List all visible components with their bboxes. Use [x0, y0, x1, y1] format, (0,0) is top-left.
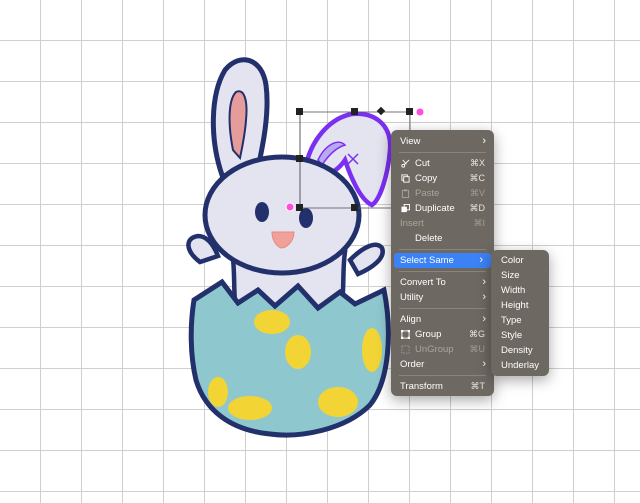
submenu-item-width[interactable]: Width — [491, 283, 549, 298]
resize-handle[interactable] — [406, 108, 413, 115]
submenu-arrow-icon: › — [482, 135, 486, 147]
menu-item-duplicate[interactable]: Duplicate ⌘D — [391, 201, 494, 216]
menu-item-view[interactable]: View › — [391, 134, 494, 149]
menu-item-label: UnGroup — [415, 344, 454, 355]
resize-handle[interactable] — [351, 108, 358, 115]
ungroup-icon — [401, 345, 410, 354]
submenu-item-style[interactable]: Style — [491, 328, 549, 343]
copy-icon — [401, 174, 410, 183]
submenu-item-type[interactable]: Type — [491, 313, 549, 328]
menu-item-copy[interactable]: Copy ⌘C — [391, 171, 494, 186]
menu-item-utility[interactable]: Utility › — [391, 290, 494, 305]
select-same-submenu: Color Size Width Height Type Style Densi… — [491, 250, 549, 376]
submenu-item-underlay[interactable]: Underlay — [491, 358, 549, 373]
menu-item-label: Align — [400, 314, 422, 325]
submenu-item-color[interactable]: Color — [491, 253, 549, 268]
menu-item-ungroup[interactable]: UnGroup ⌘U — [391, 342, 494, 357]
menu-item-label: Insert — [400, 218, 424, 229]
egg-dot — [254, 310, 290, 334]
menu-item-label: View — [400, 136, 421, 147]
menu-item-label: Group — [415, 329, 442, 340]
menu-item-label: Convert To — [400, 277, 446, 288]
shortcut-label: ⌘G — [468, 329, 485, 339]
paste-icon — [401, 189, 410, 198]
context-menu: View › Cut ⌘X Copy ⌘C Paste ⌘V Duplicate… — [391, 130, 494, 396]
resize-handle[interactable] — [296, 204, 303, 211]
bunny-right-arm — [347, 242, 385, 277]
submenu-item-density[interactable]: Density — [491, 343, 549, 358]
menu-item-label: Copy — [415, 173, 438, 184]
egg-dot — [285, 335, 311, 369]
menu-item-label: Utility — [400, 292, 424, 303]
egg-shell[interactable] — [188, 278, 391, 438]
shortcut-label: ⌘X — [469, 158, 485, 168]
menu-item-label: Select Same — [400, 255, 454, 266]
resize-handle[interactable] — [296, 108, 303, 115]
end-point-handle[interactable] — [285, 202, 295, 212]
egg-dot — [228, 396, 272, 420]
shortcut-label: ⌘V — [469, 188, 485, 198]
submenu-item-size[interactable]: Size — [491, 268, 549, 283]
menu-item-label: Delete — [415, 233, 443, 244]
menu-item-transform[interactable]: Transform ⌘T — [391, 379, 494, 394]
menu-item-label: Transform — [400, 381, 443, 392]
menu-item-order[interactable]: Order › — [391, 357, 494, 372]
resize-handle[interactable] — [351, 204, 358, 211]
menu-item-convert-to[interactable]: Convert To › — [391, 275, 494, 290]
menu-separator — [399, 308, 486, 309]
submenu-arrow-icon: › — [482, 313, 486, 325]
menu-item-cut[interactable]: Cut ⌘X — [391, 156, 494, 171]
menu-item-delete[interactable]: Delete — [391, 231, 494, 246]
bunny-left-eye — [255, 202, 269, 222]
submenu-arrow-icon: › — [479, 254, 483, 266]
menu-item-label: Cut — [415, 158, 430, 169]
menu-item-insert[interactable]: Insert ⌘I — [391, 216, 494, 231]
menu-separator — [399, 249, 486, 250]
egg-dot — [208, 377, 228, 407]
rotate-handle[interactable] — [376, 106, 386, 116]
shortcut-label: ⌘I — [473, 218, 485, 228]
submenu-arrow-icon: › — [482, 276, 486, 288]
menu-separator — [399, 271, 486, 272]
egg-dot — [318, 387, 358, 417]
bunny-head[interactable] — [202, 154, 362, 276]
menu-item-paste[interactable]: Paste ⌘V — [391, 186, 494, 201]
menu-separator — [399, 152, 486, 153]
scissors-icon — [401, 159, 410, 168]
menu-item-select-same[interactable]: Select Same › — [394, 253, 491, 268]
submenu-arrow-icon: › — [482, 358, 486, 370]
resize-handle[interactable] — [296, 155, 303, 162]
menu-item-group[interactable]: Group ⌘G — [391, 327, 494, 342]
shortcut-label: ⌘D — [469, 203, 486, 213]
shortcut-label: ⌘T — [470, 381, 486, 391]
submenu-item-height[interactable]: Height — [491, 298, 549, 313]
submenu-arrow-icon: › — [482, 291, 486, 303]
start-point-handle[interactable] — [415, 107, 425, 117]
duplicate-icon — [401, 204, 410, 213]
menu-item-label: Order — [400, 359, 425, 370]
menu-separator — [399, 375, 486, 376]
menu-item-label: Duplicate — [415, 203, 455, 214]
menu-item-align[interactable]: Align › — [391, 312, 494, 327]
shortcut-label: ⌘U — [469, 344, 486, 354]
group-icon — [401, 330, 410, 339]
egg-dot — [362, 328, 382, 372]
menu-item-label: Paste — [415, 188, 440, 199]
shortcut-label: ⌘C — [469, 173, 486, 183]
